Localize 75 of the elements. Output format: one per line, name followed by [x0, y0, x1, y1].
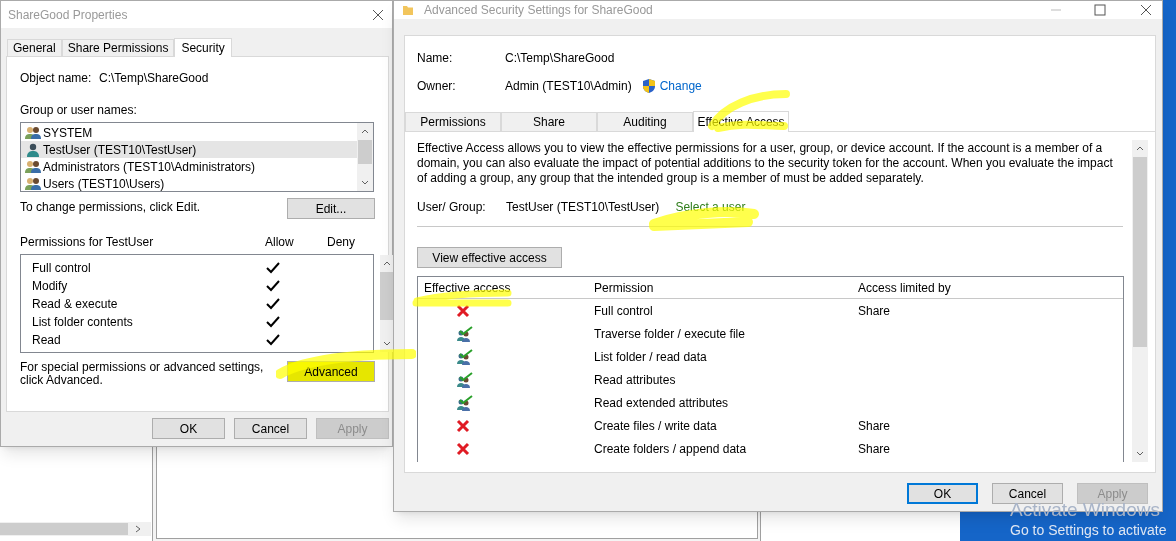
name-label: Name:: [417, 50, 454, 67]
scroll-down-icon[interactable]: [383, 341, 391, 346]
table-cell-text: Create folders / append data: [594, 440, 748, 458]
user-group-value: TestUser (TEST10\TestUser): [506, 199, 660, 216]
column-header[interactable]: Access limited by: [858, 278, 1123, 297]
table-cell-text: Share: [858, 417, 892, 435]
window-title: Advanced Security Settings for ShareGood: [424, 2, 653, 19]
folder-icon: [402, 4, 414, 16]
permission-name: Read & execute: [31, 296, 119, 313]
close-icon[interactable]: [1140, 4, 1152, 16]
scroll-right-icon[interactable]: [135, 525, 141, 533]
vertical-scrollbar[interactable]: [357, 123, 373, 191]
deny-header: Deny: [327, 234, 355, 251]
maximize-icon[interactable]: [1094, 4, 1106, 16]
list-item[interactable]: Administrators (TEST10\Administrators): [21, 158, 357, 175]
list-item[interactable]: Users (TEST10\Users): [21, 175, 357, 192]
group-label: Group or user names:: [20, 102, 138, 119]
advanced-hint: For special permissions or advanced settings, click Advanced.: [20, 361, 265, 387]
close-icon[interactable]: [372, 8, 384, 21]
tab[interactable]: Auditing: [597, 112, 693, 131]
object-name-value: C:\Temp\ShareGood: [99, 70, 209, 87]
table-cell-text: List folder / read data: [594, 348, 708, 366]
tab[interactable]: Share: [501, 112, 597, 131]
edit-button[interactable]: Edit...: [287, 198, 375, 219]
object-name-label: Object name:: [20, 70, 93, 87]
permission-name: List folder contents: [31, 314, 134, 331]
column-header[interactable]: Permission: [594, 278, 858, 297]
permission-name: Read: [31, 332, 62, 349]
user-group-label: User/ Group:: [417, 199, 487, 216]
owner-label: Owner:: [417, 78, 457, 95]
window-title: ShareGood Properties: [8, 6, 128, 24]
tab[interactable]: Permissions: [405, 112, 501, 131]
scroll-down-icon[interactable]: [361, 180, 369, 185]
name-value: C:\Temp\ShareGood: [505, 50, 615, 67]
scroll-up-icon[interactable]: [1136, 146, 1144, 151]
table-cell-text: Read extended attributes: [594, 394, 730, 412]
list-item[interactable]: SYSTEM: [21, 124, 357, 141]
tab[interactable]: Share Permissions: [61, 39, 175, 56]
dialog-button[interactable]: OK: [152, 418, 225, 439]
scrollbar-thumb[interactable]: [1133, 157, 1147, 347]
vertical-scrollbar[interactable]: [1132, 140, 1148, 462]
dialog-button[interactable]: OK: [907, 483, 978, 504]
dialog-button[interactable]: Cancel: [992, 483, 1063, 504]
shield-icon: [641, 78, 656, 94]
table-cell-text: Share: [858, 302, 892, 320]
table-cell-text: Full control: [594, 302, 654, 320]
allow-header: Allow: [265, 234, 295, 251]
scrollbar-thumb[interactable]: [358, 140, 372, 164]
edit-hint: To change permissions, click Edit.: [20, 199, 201, 216]
watermark-subtitle: Go to Settings to activate: [1010, 521, 1167, 539]
table-cell-text: Traverse folder / execute file: [594, 325, 746, 343]
change-link[interactable]: Change: [659, 77, 702, 95]
table-cell-text: Read attributes: [594, 371, 677, 389]
permission-name: Full control: [31, 260, 92, 277]
scroll-up-icon[interactable]: [383, 261, 391, 266]
table-cell-text: Share: [858, 440, 892, 458]
table-cell-text: Create files / write data: [594, 417, 718, 435]
view-effective-access-button[interactable]: View effective access: [417, 247, 562, 268]
scroll-down-icon[interactable]: [1136, 451, 1144, 456]
dialog-button[interactable]: Cancel: [234, 418, 307, 439]
vertical-scrollbar[interactable]: [380, 255, 394, 352]
scrollbar-thumb[interactable]: [0, 523, 128, 535]
user-icon: [25, 142, 41, 157]
users-icon: [25, 125, 41, 140]
users-icon: [25, 176, 41, 191]
permissions-label: Permissions for TestUser: [20, 234, 155, 251]
scroll-up-icon[interactable]: [361, 129, 369, 134]
list-item[interactable]: TestUser (TEST10\TestUser): [21, 141, 357, 158]
tab[interactable]: General: [7, 39, 62, 56]
permission-name: Modify: [31, 278, 69, 295]
users-icon: [25, 159, 41, 174]
tab[interactable]: Security: [174, 38, 232, 57]
scrollbar-thumb[interactable]: [380, 272, 394, 320]
owner-value: Admin (TEST10\Admin): [505, 78, 632, 95]
description-text: Effective Access allows you to view the effective permissions for a user, group, or device account. If the account is a member of a domain, you can also evaluate the impact of potential additions to the security token for the account. When you evaluate the impact of adding a group, any group that the intended group is a member of must be added separately.: [417, 141, 1114, 186]
